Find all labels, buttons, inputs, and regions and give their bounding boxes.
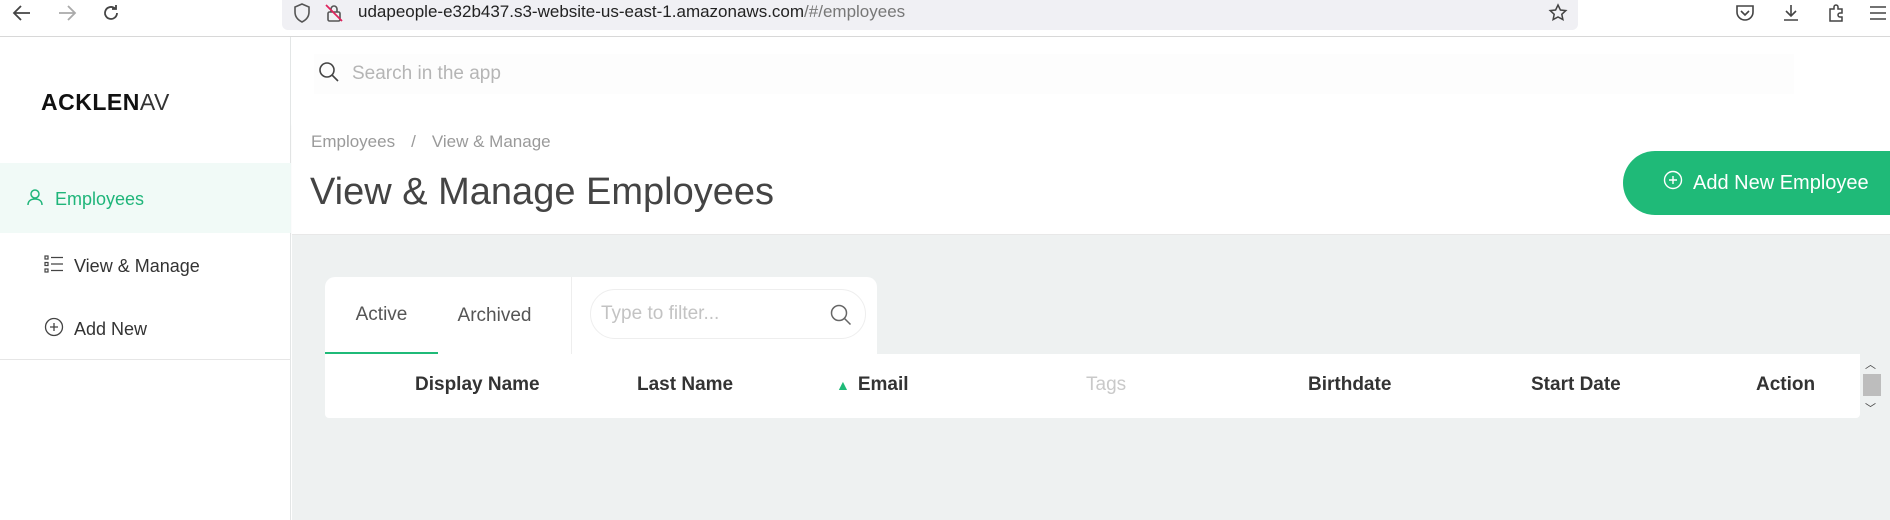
sidebar-item-label: Add New bbox=[74, 319, 148, 339]
scroll-up-arrow-icon[interactable]: ︿ bbox=[1865, 356, 1876, 372]
tab-label: Archived bbox=[457, 304, 532, 326]
logo-main: ACKLEN bbox=[41, 89, 140, 115]
tabs-card: Active Archived bbox=[325, 277, 877, 354]
list-icon bbox=[44, 254, 64, 279]
column-header-start-date[interactable]: Start Date bbox=[1531, 374, 1621, 396]
sidebar-item-label: Employees bbox=[55, 189, 145, 209]
bookmark-star-icon[interactable] bbox=[1546, 1, 1570, 25]
employees-table-header: Display Name Last Name ▲ Email Tags Birth… bbox=[325, 354, 1860, 418]
sidebar-divider bbox=[0, 359, 291, 360]
column-header-action: Action bbox=[1756, 374, 1816, 395]
column-header-last-name[interactable]: Last Name bbox=[637, 374, 733, 396]
browser-toolbar: udapeople-e32b437.s3-website-us-east-1.a… bbox=[0, 0, 1890, 37]
download-icon[interactable] bbox=[1777, 0, 1805, 26]
add-new-employee-button[interactable]: Add New Employee bbox=[1623, 151, 1890, 215]
column-header-birthdate[interactable]: Birthdate bbox=[1308, 374, 1391, 396]
tab-archived[interactable]: Archived bbox=[438, 277, 551, 354]
column-header-email[interactable]: ▲ Email bbox=[836, 374, 909, 396]
breadcrumb: Employees / View & Manage bbox=[311, 132, 551, 152]
breadcrumb-employees[interactable]: Employees bbox=[311, 132, 395, 152]
scrollbar-thumb[interactable] bbox=[1863, 374, 1881, 396]
extensions-icon[interactable] bbox=[1822, 0, 1850, 26]
logo[interactable]: ACKLENAV bbox=[41, 89, 170, 116]
search-icon[interactable] bbox=[829, 303, 853, 332]
plus-circle-icon bbox=[1663, 170, 1683, 196]
plus-circle-icon bbox=[44, 317, 64, 342]
back-arrow-icon[interactable] bbox=[7, 0, 37, 26]
user-icon bbox=[25, 187, 45, 212]
url-host: udapeople-e32b437.s3-website-us-east-1.a… bbox=[358, 2, 805, 21]
app-search-bar bbox=[292, 37, 1890, 123]
sidebar-item-view-manage[interactable]: View & Manage bbox=[44, 254, 200, 279]
address-bar[interactable]: udapeople-e32b437.s3-website-us-east-1.a… bbox=[282, 0, 1578, 30]
url-path: /#/employees bbox=[804, 2, 906, 21]
page-title: View & Manage Employees bbox=[310, 171, 774, 213]
menu-icon[interactable] bbox=[1864, 0, 1890, 26]
column-header-tags: Tags bbox=[1086, 374, 1127, 395]
breadcrumb-view-manage[interactable]: View & Manage bbox=[432, 132, 551, 152]
logo-suffix: AV bbox=[139, 89, 170, 115]
url-text[interactable]: udapeople-e32b437.s3-website-us-east-1.a… bbox=[358, 2, 905, 22]
sidebar: ACKLENAV Employees View & Manage Add New bbox=[0, 37, 291, 520]
reload-icon[interactable] bbox=[96, 0, 126, 26]
scroll-down-arrow-icon[interactable]: ﹀ bbox=[1865, 400, 1876, 416]
forward-arrow-icon[interactable] bbox=[52, 0, 82, 26]
content-area: Active Archived Display Name Last Name ▲… bbox=[292, 235, 1890, 520]
tab-separator bbox=[571, 277, 572, 354]
sidebar-item-add-new[interactable]: Add New bbox=[44, 317, 147, 342]
search-input[interactable] bbox=[352, 63, 1252, 85]
sidebar-item-employees[interactable]: Employees bbox=[25, 187, 144, 212]
column-header-label: Email bbox=[857, 374, 909, 395]
filter-field[interactable] bbox=[590, 289, 866, 339]
tab-label: Active bbox=[355, 303, 408, 325]
tab-active[interactable]: Active bbox=[325, 277, 438, 354]
breadcrumb-separator: / bbox=[411, 132, 416, 151]
sidebar-item-label: View & Manage bbox=[74, 256, 200, 276]
filter-input[interactable] bbox=[601, 303, 821, 325]
search-icon bbox=[318, 61, 340, 88]
add-new-employee-label: Add New Employee bbox=[1693, 171, 1869, 194]
table-scrollbar[interactable]: ︿ ﹀ bbox=[1860, 354, 1882, 418]
search-field[interactable] bbox=[314, 54, 1794, 94]
shield-icon[interactable] bbox=[290, 1, 314, 25]
page-header: Employees / View & Manage View & Manage … bbox=[292, 123, 1890, 235]
column-header-display-name[interactable]: Display Name bbox=[415, 374, 540, 396]
insecure-lock-icon[interactable] bbox=[322, 1, 346, 25]
sort-ascending-icon: ▲ bbox=[836, 377, 850, 393]
pocket-icon[interactable] bbox=[1731, 0, 1759, 26]
